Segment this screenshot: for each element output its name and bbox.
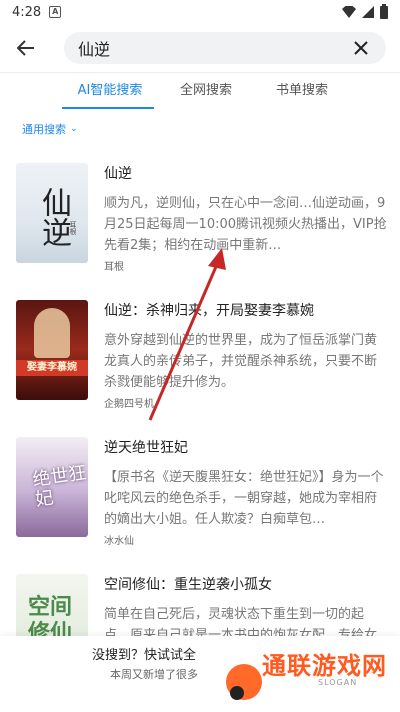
status-icons <box>342 3 388 19</box>
book-description: 意外穿越到仙逆的世界里，成为了恒岳派掌门黄龙真人的亲传弟子，并觉醒杀神系统，只要… <box>104 333 378 390</box>
book-info: 仙逆：杀神归来，开局娶妻李慕婉 意外穿越到仙逆的世界里，成为了恒岳派掌门黄龙真人… <box>104 300 388 437</box>
close-icon <box>354 41 368 55</box>
cover-title: 仙逆 <box>36 187 71 247</box>
book-author: 冰水仙 <box>104 536 134 547</box>
tab-web-search[interactable]: 全网搜索 <box>158 73 254 109</box>
cover-title: 娶妻李慕婉 <box>16 360 88 376</box>
book-description: 【原书名《逆天腹黑狂女：绝世狂妃》】身为一个叱咤风云的绝色杀手，一朝穿越，她成为… <box>104 470 384 527</box>
banner-subtext: 本周又新增了很多 <box>110 668 198 681</box>
active-tab-indicator <box>62 107 154 109</box>
book-author: 耳根 <box>104 262 124 273</box>
book-cover: 绝世狂妃 <box>16 437 88 537</box>
chevron-down-icon: ⌄ <box>70 124 78 134</box>
tab-ai-search[interactable]: AI智能搜索 <box>62 73 158 109</box>
signal-icon <box>362 6 374 18</box>
book-title: 空间修仙：重生逆袭小孤女 <box>104 577 272 593</box>
list-item[interactable]: 绝世狂妃 逆天绝世狂妃 【原书名《逆天腹黑狂女：绝世狂妃》】身为一个叱咤风云的绝… <box>0 437 400 574</box>
battery-icon <box>380 3 388 19</box>
search-tabs: AI智能搜索 全网搜索 书单搜索 <box>0 73 400 109</box>
book-title: 逆天绝世狂妃 <box>104 440 188 456</box>
result-list: 仙逆 耳根 仙逆 顺为凡，逆则仙，只在心中一念间…仙逆动画，9月25日起每周一1… <box>0 163 400 711</box>
clear-search-button[interactable] <box>350 36 372 60</box>
search-box <box>64 32 386 64</box>
book-info: 仙逆 顺为凡，逆则仙，只在心中一念间…仙逆动画，9月25日起每周一10:00腾讯… <box>104 163 388 300</box>
tab-booklist-search[interactable]: 书单搜索 <box>254 73 350 109</box>
list-item[interactable]: 仙逆 耳根 仙逆 顺为凡，逆则仙，只在心中一念间…仙逆动画，9月25日起每周一1… <box>0 163 400 300</box>
search-header <box>0 24 400 72</box>
book-title: 仙逆 <box>104 166 132 182</box>
watermark-logo: 通联游戏网 SLOGAN <box>218 638 400 712</box>
wifi-icon <box>342 6 356 18</box>
list-item[interactable]: 娶妻李慕婉 仙逆：杀神归来，开局娶妻李慕婉 意外穿越到仙逆的世界里，成为了恒岳派… <box>0 300 400 437</box>
book-description: 顺为凡，逆则仙，只在心中一念间…仙逆动画，9月25日起每周一10:00腾讯视频火… <box>104 196 387 253</box>
cover-author: 耳根 <box>69 221 77 235</box>
banner-headline: 没搜到？快试试全 <box>92 648 197 663</box>
filter-label: 通用搜索 <box>22 123 66 136</box>
book-cover: 仙逆 耳根 <box>16 163 88 263</box>
status-time: 4:28 <box>12 4 42 20</box>
book-info: 逆天绝世狂妃 【原书名《逆天腹黑狂女：绝世狂妃》】身为一个叱咤风云的绝色杀手，一… <box>104 437 388 574</box>
book-title: 仙逆：杀神归来，开局娶妻李慕婉 <box>104 303 314 319</box>
search-input[interactable] <box>78 38 350 58</box>
status-bar: 4:28 A <box>0 0 400 24</box>
watermark-slogan: SLOGAN <box>318 678 358 687</box>
book-cover: 娶妻李慕婉 <box>16 300 88 400</box>
filter-dropdown[interactable]: 通用搜索 ⌄ <box>22 121 400 137</box>
arrow-left-icon <box>17 40 34 56</box>
a-icon: A <box>49 6 62 18</box>
watermark-text: 通联游戏网 <box>262 652 387 680</box>
cover-figure <box>34 308 70 358</box>
back-button[interactable] <box>14 36 38 60</box>
logo-mark-icon <box>226 664 262 700</box>
cover-title: 绝世狂妃 <box>31 462 88 511</box>
book-author: 企鹅四号机 <box>104 399 154 410</box>
